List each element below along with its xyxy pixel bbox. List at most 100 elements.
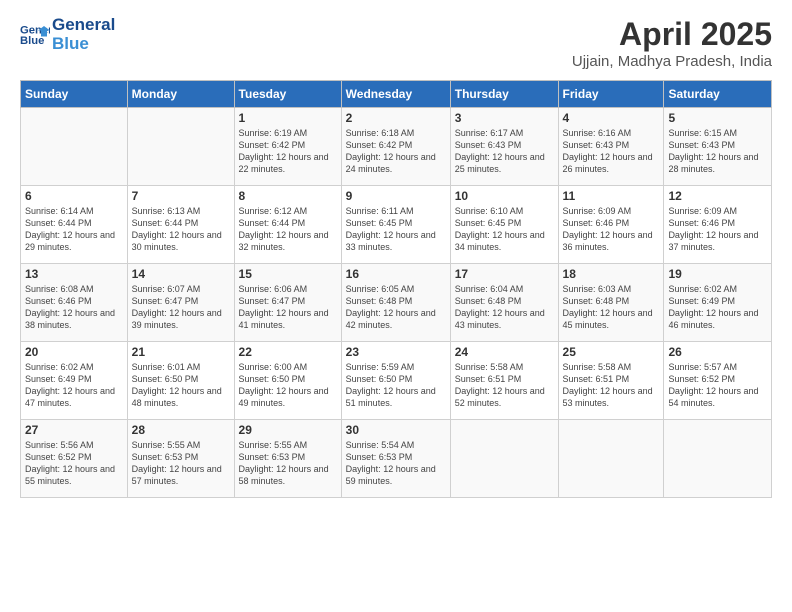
day-number: 12 bbox=[668, 189, 767, 203]
cell-5-2: 28Sunrise: 5:55 AM Sunset: 6:53 PM Dayli… bbox=[127, 420, 234, 498]
day-number: 2 bbox=[346, 111, 446, 125]
cell-info: Sunrise: 6:07 AM Sunset: 6:47 PM Dayligh… bbox=[132, 283, 230, 332]
day-number: 3 bbox=[455, 111, 554, 125]
cell-4-1: 20 Sunrise: 6:02 AM Sunset: 6:49 PM Dayli… bbox=[21, 342, 128, 420]
page: General Blue General Blue April 2025 Ujj… bbox=[0, 0, 792, 508]
cell-5-1: 27Sunrise: 5:56 AM Sunset: 6:52 PM Dayli… bbox=[21, 420, 128, 498]
location: Ujjain, Madhya Pradesh, India bbox=[572, 53, 772, 70]
col-header-monday: Monday bbox=[127, 81, 234, 108]
day-number: 25 bbox=[563, 345, 660, 359]
cell-4-7: 26 Sunrise: 5:57 AM Sunset: 6:52 PM Dayli… bbox=[664, 342, 772, 420]
header: General Blue General Blue April 2025 Ujj… bbox=[20, 16, 772, 70]
cell-info: Sunrise: 6:15 AM Sunset: 6:43 PM Dayligh… bbox=[668, 127, 767, 176]
logo: General Blue General Blue bbox=[20, 16, 115, 53]
cell-1-7: 5 Sunrise: 6:15 AM Sunset: 6:43 PM Daylig… bbox=[664, 108, 772, 186]
cell-info: Sunrise: 5:55 AM Sunset: 6:53 PM Dayligh… bbox=[239, 439, 337, 488]
cell-info: Sunrise: 6:19 AM Sunset: 6:42 PM Dayligh… bbox=[239, 127, 337, 176]
week-row-3: 13Sunrise: 6:08 AM Sunset: 6:46 PM Dayli… bbox=[21, 264, 772, 342]
cell-info: Sunrise: 6:08 AM Sunset: 6:46 PM Dayligh… bbox=[25, 283, 123, 332]
cell-3-5: 17 Sunrise: 6:04 AM Sunset: 6:48 PM Dayli… bbox=[450, 264, 558, 342]
cell-2-2: 7 Sunrise: 6:13 AM Sunset: 6:44 PM Daylig… bbox=[127, 186, 234, 264]
logo-general: General bbox=[52, 16, 115, 35]
logo-blue: Blue bbox=[52, 35, 115, 54]
cell-4-5: 24 Sunrise: 5:58 AM Sunset: 6:51 PM Dayli… bbox=[450, 342, 558, 420]
cell-info: Sunrise: 6:17 AM Sunset: 6:43 PM Dayligh… bbox=[455, 127, 554, 176]
col-header-saturday: Saturday bbox=[664, 81, 772, 108]
day-number: 8 bbox=[239, 189, 337, 203]
col-header-thursday: Thursday bbox=[450, 81, 558, 108]
header-row: SundayMondayTuesdayWednesdayThursdayFrid… bbox=[21, 81, 772, 108]
cell-5-4: 30 Sunrise: 5:54 AM Sunset: 6:53 PM Dayli… bbox=[341, 420, 450, 498]
cell-info: Sunrise: 5:54 AM Sunset: 6:53 PM Dayligh… bbox=[346, 439, 446, 488]
cell-info: Sunrise: 6:02 AM Sunset: 6:49 PM Dayligh… bbox=[25, 361, 123, 410]
svg-text:Blue: Blue bbox=[20, 35, 44, 47]
cell-2-7: 12 Sunrise: 6:09 AM Sunset: 6:46 PM Dayli… bbox=[664, 186, 772, 264]
cell-info: Sunrise: 6:12 AM Sunset: 6:44 PM Dayligh… bbox=[239, 205, 337, 254]
day-number: 30 bbox=[346, 423, 446, 437]
cell-4-2: 21 Sunrise: 6:01 AM Sunset: 6:50 PM Dayli… bbox=[127, 342, 234, 420]
day-number: 7 bbox=[132, 189, 230, 203]
cell-4-6: 25 Sunrise: 5:58 AM Sunset: 6:51 PM Dayli… bbox=[558, 342, 664, 420]
month-title: April 2025 bbox=[572, 16, 772, 53]
cell-5-7 bbox=[664, 420, 772, 498]
day-number: 19 bbox=[668, 267, 767, 281]
day-number: 10 bbox=[455, 189, 554, 203]
cell-info: Sunrise: 5:58 AM Sunset: 6:51 PM Dayligh… bbox=[455, 361, 554, 410]
cell-info: Sunrise: 5:57 AM Sunset: 6:52 PM Dayligh… bbox=[668, 361, 767, 410]
cell-info: Sunrise: 5:56 AM Sunset: 6:52 PM Dayligh… bbox=[25, 439, 123, 488]
cell-info: Sunrise: 6:18 AM Sunset: 6:42 PM Dayligh… bbox=[346, 127, 446, 176]
cell-info: Sunrise: 6:13 AM Sunset: 6:44 PM Dayligh… bbox=[132, 205, 230, 254]
day-number: 14 bbox=[132, 267, 230, 281]
cell-3-2: 14 Sunrise: 6:07 AM Sunset: 6:47 PM Dayli… bbox=[127, 264, 234, 342]
cell-info: Sunrise: 5:59 AM Sunset: 6:50 PM Dayligh… bbox=[346, 361, 446, 410]
week-row-1: 1Sunrise: 6:19 AM Sunset: 6:42 PM Daylig… bbox=[21, 108, 772, 186]
day-number: 4 bbox=[563, 111, 660, 125]
cell-info: Sunrise: 6:02 AM Sunset: 6:49 PM Dayligh… bbox=[668, 283, 767, 332]
cell-info: Sunrise: 6:01 AM Sunset: 6:50 PM Dayligh… bbox=[132, 361, 230, 410]
cell-1-4: 2 Sunrise: 6:18 AM Sunset: 6:42 PM Daylig… bbox=[341, 108, 450, 186]
cell-3-1: 13Sunrise: 6:08 AM Sunset: 6:46 PM Dayli… bbox=[21, 264, 128, 342]
day-number: 6 bbox=[25, 189, 123, 203]
day-number: 26 bbox=[668, 345, 767, 359]
cell-5-3: 29 Sunrise: 5:55 AM Sunset: 6:53 PM Dayli… bbox=[234, 420, 341, 498]
cell-info: Sunrise: 6:10 AM Sunset: 6:45 PM Dayligh… bbox=[455, 205, 554, 254]
cell-info: Sunrise: 6:06 AM Sunset: 6:47 PM Dayligh… bbox=[239, 283, 337, 332]
col-header-sunday: Sunday bbox=[21, 81, 128, 108]
cell-info: Sunrise: 6:04 AM Sunset: 6:48 PM Dayligh… bbox=[455, 283, 554, 332]
col-header-tuesday: Tuesday bbox=[234, 81, 341, 108]
cell-2-4: 9Sunrise: 6:11 AM Sunset: 6:45 PM Daylig… bbox=[341, 186, 450, 264]
day-number: 20 bbox=[25, 345, 123, 359]
cell-1-6: 4Sunrise: 6:16 AM Sunset: 6:43 PM Daylig… bbox=[558, 108, 664, 186]
cell-info: Sunrise: 5:58 AM Sunset: 6:51 PM Dayligh… bbox=[563, 361, 660, 410]
title-block: April 2025 Ujjain, Madhya Pradesh, India bbox=[572, 16, 772, 70]
cell-2-1: 6 Sunrise: 6:14 AM Sunset: 6:44 PM Daylig… bbox=[21, 186, 128, 264]
day-number: 29 bbox=[239, 423, 337, 437]
col-header-wednesday: Wednesday bbox=[341, 81, 450, 108]
cell-3-7: 19 Sunrise: 6:02 AM Sunset: 6:49 PM Dayli… bbox=[664, 264, 772, 342]
cell-2-5: 10 Sunrise: 6:10 AM Sunset: 6:45 PM Dayli… bbox=[450, 186, 558, 264]
day-number: 24 bbox=[455, 345, 554, 359]
day-number: 18 bbox=[563, 267, 660, 281]
day-number: 5 bbox=[668, 111, 767, 125]
day-number: 11 bbox=[563, 189, 660, 203]
day-number: 15 bbox=[239, 267, 337, 281]
cell-2-6: 11Sunrise: 6:09 AM Sunset: 6:46 PM Dayli… bbox=[558, 186, 664, 264]
cell-4-3: 22Sunrise: 6:00 AM Sunset: 6:50 PM Dayli… bbox=[234, 342, 341, 420]
cell-1-3: 1Sunrise: 6:19 AM Sunset: 6:42 PM Daylig… bbox=[234, 108, 341, 186]
cell-5-5 bbox=[450, 420, 558, 498]
week-row-2: 6 Sunrise: 6:14 AM Sunset: 6:44 PM Daylig… bbox=[21, 186, 772, 264]
cell-info: Sunrise: 6:03 AM Sunset: 6:48 PM Dayligh… bbox=[563, 283, 660, 332]
cell-info: Sunrise: 6:00 AM Sunset: 6:50 PM Dayligh… bbox=[239, 361, 337, 410]
cell-info: Sunrise: 6:09 AM Sunset: 6:46 PM Dayligh… bbox=[668, 205, 767, 254]
cell-3-6: 18 Sunrise: 6:03 AM Sunset: 6:48 PM Dayli… bbox=[558, 264, 664, 342]
cell-info: Sunrise: 5:55 AM Sunset: 6:53 PM Dayligh… bbox=[132, 439, 230, 488]
cell-1-1 bbox=[21, 108, 128, 186]
week-row-4: 20 Sunrise: 6:02 AM Sunset: 6:49 PM Dayli… bbox=[21, 342, 772, 420]
cell-info: Sunrise: 6:14 AM Sunset: 6:44 PM Dayligh… bbox=[25, 205, 123, 254]
cell-3-3: 15 Sunrise: 6:06 AM Sunset: 6:47 PM Dayli… bbox=[234, 264, 341, 342]
cell-1-5: 3 Sunrise: 6:17 AM Sunset: 6:43 PM Daylig… bbox=[450, 108, 558, 186]
cell-info: Sunrise: 6:05 AM Sunset: 6:48 PM Dayligh… bbox=[346, 283, 446, 332]
day-number: 16 bbox=[346, 267, 446, 281]
day-number: 21 bbox=[132, 345, 230, 359]
day-number: 17 bbox=[455, 267, 554, 281]
